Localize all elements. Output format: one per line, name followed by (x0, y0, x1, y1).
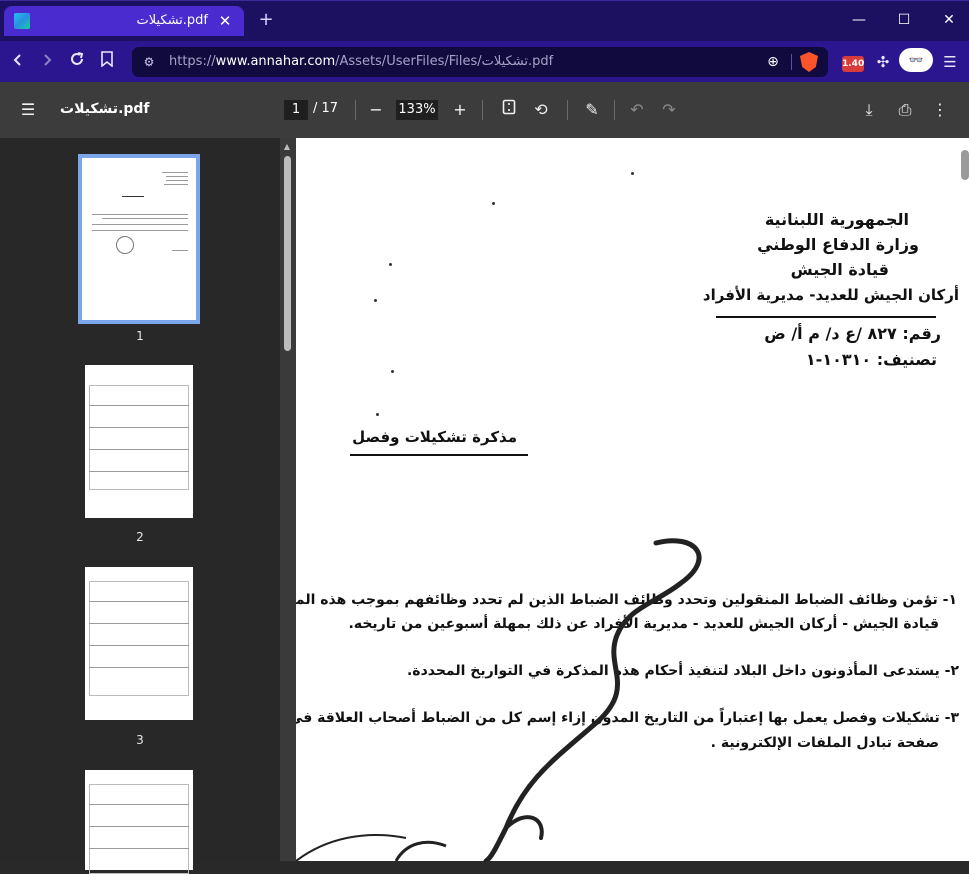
handwritten-scribble (296, 538, 702, 861)
url-scheme: https:// (169, 54, 216, 69)
url-text[interactable]: https://www.annahar.com/Assets/UserFiles… (169, 54, 553, 69)
thumb-table (89, 581, 189, 696)
pdf-toolbar: ☰ تشكيلات.pdf 1 / 17 − 133% + ⟲ ✎ ↶ ↷ ⤓ … (0, 82, 969, 138)
thumb-table-row (89, 405, 189, 406)
site-favicon-icon (14, 13, 30, 29)
thumb-text-line (172, 250, 188, 251)
zoom-indicator-icon[interactable]: ⊕ (764, 53, 782, 71)
tab-title: تشكيلات.pdf (136, 13, 208, 28)
thumb-table-row (89, 623, 189, 624)
zoom-level-input[interactable]: 133% (396, 100, 438, 120)
draw-annotation-icon[interactable]: ✎ (581, 99, 603, 121)
thumbnail-sidebar: 1 2 3 (0, 138, 280, 874)
thumb-text-line (102, 218, 188, 219)
minimize-window-button[interactable]: — (849, 10, 869, 30)
redo-icon[interactable]: ↷ (658, 99, 680, 121)
download-icon[interactable]: ⤓ (858, 99, 880, 121)
address-bar[interactable]: ⚙ https://www.annahar.com/Assets/UserFil… (132, 47, 828, 77)
url-path: /Assets/UserFiles/Files/تشكيلات.pdf (335, 54, 554, 69)
page-thumbnail[interactable] (78, 154, 200, 324)
toolbar-separator (567, 100, 568, 120)
tab-close-icon[interactable]: ✕ (216, 12, 234, 30)
page-thumbnail[interactable] (85, 770, 193, 874)
site-info-icon[interactable]: ⚙ (140, 53, 158, 71)
thumb-table-row (89, 645, 189, 646)
print-icon[interactable]: ⎙ (894, 99, 916, 121)
navigation-bar: ⚙ https://www.annahar.com/Assets/UserFil… (0, 41, 969, 82)
fit-page-icon[interactable] (498, 99, 520, 121)
zoom-out-button[interactable]: − (365, 99, 387, 121)
browser-menu-icon[interactable]: ☰ (937, 49, 963, 75)
thumbnail-page-label: 2 (136, 530, 144, 544)
url-domain: www.annahar.com (215, 54, 336, 69)
thumb-text-line (92, 230, 188, 231)
page-number-input[interactable]: 1 (284, 100, 308, 120)
thumb-text-line (162, 172, 188, 173)
toolbar-separator (355, 100, 356, 120)
thumb-stamp (116, 236, 134, 254)
close-window-button[interactable]: ✕ (939, 10, 959, 30)
arrow-right-icon (44, 54, 52, 66)
toolbar-separator (614, 100, 615, 120)
thumb-text-line (166, 180, 188, 181)
zoom-in-button[interactable]: + (449, 99, 471, 121)
thumb-table-row (89, 848, 189, 849)
vpn-badge: 1.40 (842, 56, 864, 72)
page-total: / 17 (313, 101, 339, 116)
bookmark-icon (101, 51, 113, 68)
thumb-text-line (122, 196, 144, 197)
thumb-text-line (164, 184, 188, 185)
reload-button[interactable] (66, 51, 88, 73)
back-button[interactable] (7, 51, 29, 73)
reload-icon (71, 52, 84, 65)
thumbnail-page-label: 3 (136, 733, 144, 747)
page-scrollbar-thumb[interactable] (961, 150, 969, 180)
tab-strip: تشكيلات.pdf ✕ + — ☐ ✕ (0, 0, 969, 41)
arrow-left-icon (13, 54, 21, 66)
pdf-page: الجمهورية اللبنانية وزارة الدفاع الوطني … (296, 138, 969, 861)
sidebar-scrollbar-thumb[interactable] (284, 156, 291, 351)
thumb-table-row (89, 826, 189, 827)
thumb-text-line (166, 176, 188, 177)
scroll-up-icon[interactable]: ▲ (282, 142, 292, 152)
thumb-table-row (89, 471, 189, 472)
maximize-window-button[interactable]: ☐ (894, 10, 914, 30)
page-thumbnail[interactable] (85, 567, 193, 720)
tab-strip-divider (0, 0, 969, 1)
thumb-text-line (92, 224, 188, 225)
pdf-document-name: تشكيلات.pdf (60, 101, 150, 117)
thumb-table-row (89, 667, 189, 668)
hamburger-icon[interactable]: ☰ (17, 99, 39, 121)
extensions-puzzle-icon[interactable]: ✣ (870, 49, 896, 75)
thumb-table (89, 385, 189, 490)
more-options-icon[interactable]: ⋮ (929, 99, 951, 121)
thumb-table-row (89, 427, 189, 428)
thumb-table-row (89, 449, 189, 450)
url-separator (791, 54, 792, 70)
new-tab-button[interactable]: + (256, 9, 276, 31)
thumbnail-page-label: 1 (136, 329, 144, 343)
page-thumbnail[interactable] (85, 365, 193, 518)
brave-shields-icon[interactable] (800, 52, 818, 72)
leo-glasses-icon[interactable]: 👓 (899, 48, 933, 72)
active-tab[interactable]: تشكيلات.pdf ✕ (4, 6, 244, 36)
rotate-icon[interactable]: ⟲ (530, 99, 552, 121)
toolbar-separator (482, 100, 483, 120)
bookmark-button[interactable] (96, 51, 118, 73)
forward-button[interactable] (36, 51, 58, 73)
thumb-text-line (92, 214, 188, 215)
thumb-table-row (89, 804, 189, 805)
thumb-table-row (89, 601, 189, 602)
sidebar-scrollbar[interactable]: ▲ (282, 142, 292, 842)
undo-icon[interactable]: ↶ (626, 99, 648, 121)
